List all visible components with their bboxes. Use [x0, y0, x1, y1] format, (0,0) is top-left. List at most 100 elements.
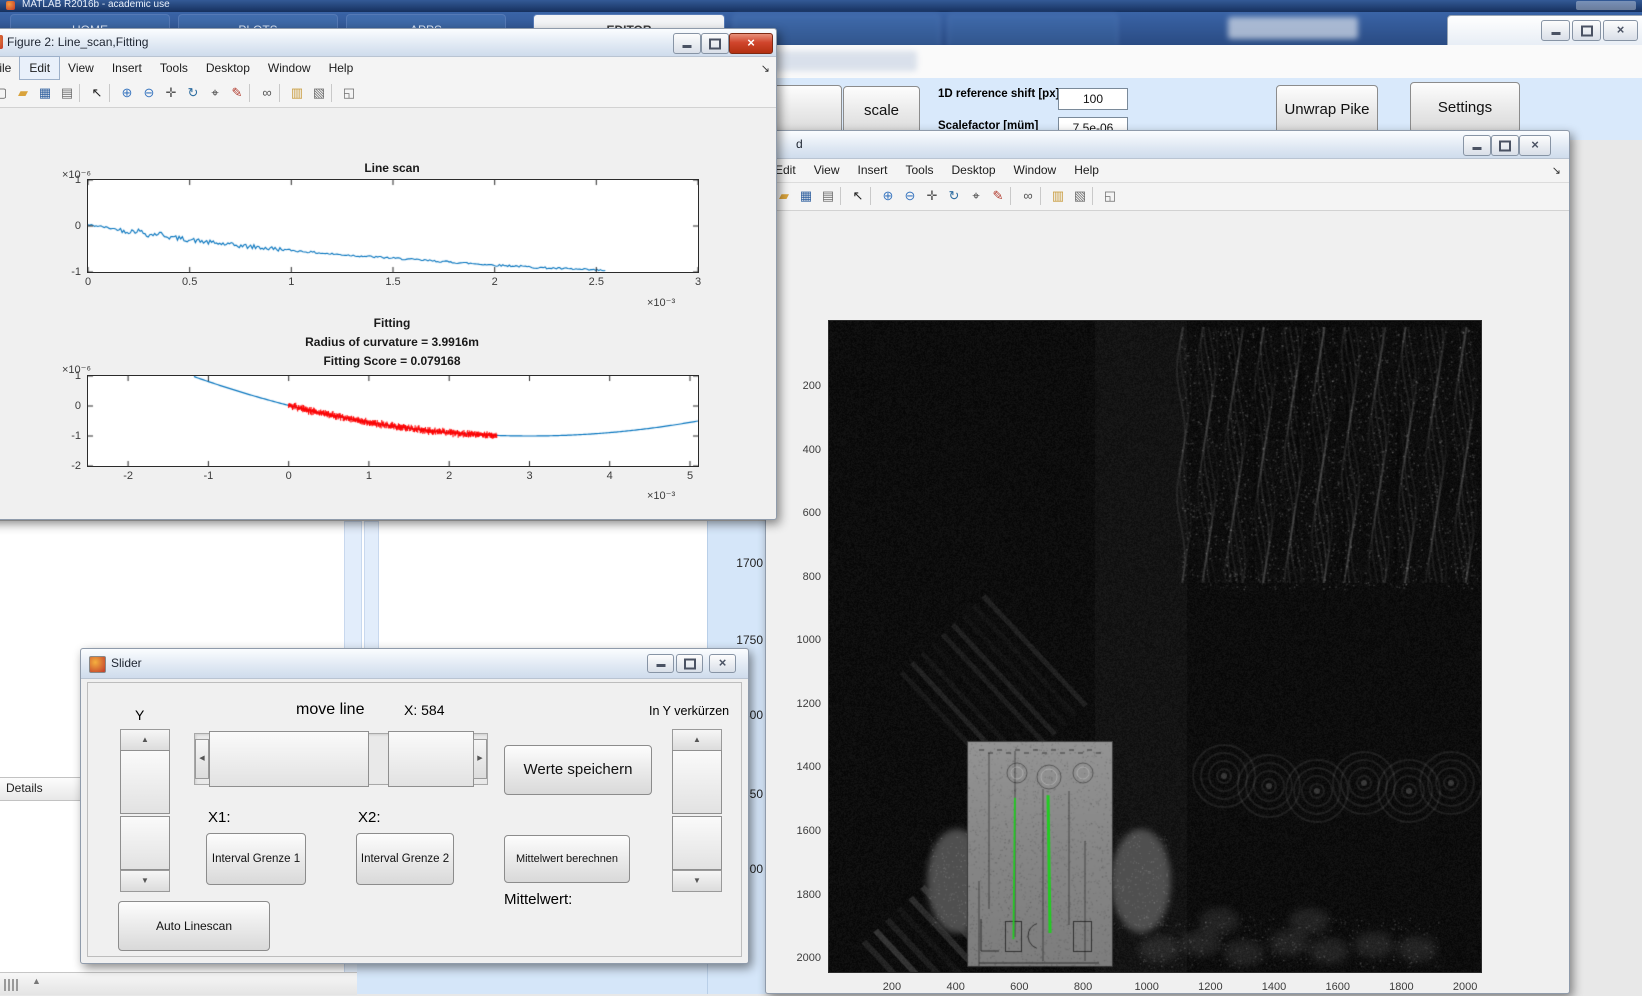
- menu-insert[interactable]: Insert: [103, 57, 151, 79]
- link-plot-icon[interactable]: ∞: [1018, 186, 1038, 206]
- menu-desktop[interactable]: Desktop: [943, 159, 1005, 181]
- statusbar-expand-icon[interactable]: ▲: [32, 976, 41, 986]
- menu-tools[interactable]: Tools: [897, 159, 943, 181]
- menu-help[interactable]: Help: [320, 57, 363, 79]
- fitting-x-tick: 2: [446, 470, 452, 482]
- menu-help[interactable]: Help: [1065, 159, 1108, 181]
- fitting-axes[interactable]: -2-101234510-1-2: [87, 375, 699, 467]
- gui-maximize-button[interactable]: [1572, 20, 1601, 41]
- top-window-controls[interactable]: [1576, 1, 1636, 10]
- auto-linescan-button[interactable]: Auto Linescan: [118, 901, 270, 951]
- y-slider[interactable]: ▲ ▼: [120, 729, 170, 891]
- pan-icon[interactable]: ✛: [161, 83, 181, 103]
- slider-maximize-button[interactable]: [676, 654, 703, 673]
- menu-view[interactable]: View: [805, 159, 849, 181]
- insert-colorbar-icon[interactable]: ▥: [287, 83, 307, 103]
- menu-insert[interactable]: Insert: [848, 159, 896, 181]
- menu-view[interactable]: View: [59, 57, 103, 79]
- variable-cell[interactable]: 1750: [736, 633, 763, 647]
- brush-icon[interactable]: ✎: [227, 83, 247, 103]
- interval-grenze-2-button[interactable]: Interval Grenze 2: [356, 833, 454, 885]
- dock-arrow-icon[interactable]: ↘: [761, 62, 770, 75]
- zoom-out-icon[interactable]: ⊖: [139, 83, 159, 103]
- partial-button[interactable]: [770, 85, 842, 135]
- menu-desktop[interactable]: Desktop: [197, 57, 259, 79]
- linescan-title: Line scan: [87, 161, 697, 175]
- statusbar-grip-icon[interactable]: [4, 978, 20, 996]
- fitting-radius-text: Radius of curvature = 3.9916m: [87, 335, 697, 349]
- y-slider-thumb-2[interactable]: [120, 816, 170, 870]
- zoom-out-icon[interactable]: ⊖: [900, 186, 920, 206]
- slider-titlebar[interactable]: Slider ×: [81, 649, 748, 679]
- in-y-slider-thumb-2[interactable]: [672, 816, 722, 870]
- settings-button[interactable]: Settings: [1410, 82, 1520, 133]
- werte-speichern-button[interactable]: Werte speichern: [504, 745, 652, 795]
- zoom-in-icon[interactable]: ⊕: [117, 83, 137, 103]
- menu-tools[interactable]: Tools: [151, 57, 197, 79]
- zoom-in-icon[interactable]: ⊕: [878, 186, 898, 206]
- details-panel-header[interactable]: Details: [0, 777, 86, 801]
- interferogram-axes[interactable]: 2004006008001000120014001600180020002004…: [828, 320, 1482, 973]
- pan-icon[interactable]: ✛: [922, 186, 942, 206]
- scale-button[interactable]: scale: [843, 86, 920, 136]
- rotate-3d-icon[interactable]: ↻: [183, 83, 203, 103]
- figure-d-close-button[interactable]: ×: [1519, 135, 1551, 156]
- brush-icon[interactable]: ✎: [988, 186, 1008, 206]
- ref-shift-input[interactable]: 100: [1058, 88, 1128, 110]
- gui-close-button[interactable]: ×: [1603, 20, 1638, 41]
- open-file-icon[interactable]: ▰: [774, 186, 794, 206]
- move-line-slider-right-arrow[interactable]: ▶: [473, 739, 487, 779]
- insert-legend-icon[interactable]: ▧: [309, 83, 329, 103]
- mittelwert-berechnen-button[interactable]: Mittelwert berechnen: [504, 835, 630, 883]
- y-slider-down-arrow[interactable]: ▼: [120, 870, 170, 892]
- new-figure-icon[interactable]: ▢: [0, 83, 11, 103]
- edit-cursor-icon[interactable]: ↖: [87, 83, 107, 103]
- menu-window[interactable]: Window: [1005, 159, 1066, 181]
- linescan-axes[interactable]: 00.511.522.5310-1: [87, 179, 699, 273]
- dock-figure-icon[interactable]: ◱: [1100, 186, 1120, 206]
- in-y-slider-down-arrow[interactable]: ▼: [672, 870, 722, 892]
- in-y-slider-up-arrow[interactable]: ▲: [672, 729, 722, 751]
- data-cursor-icon[interactable]: ⌖: [205, 83, 225, 103]
- y-slider-thumb[interactable]: [120, 750, 170, 814]
- save-icon[interactable]: ▦: [35, 83, 55, 103]
- move-line-slider-thumb[interactable]: [209, 731, 369, 787]
- figure-d-maximize-button[interactable]: [1491, 135, 1519, 156]
- y-slider-up-arrow[interactable]: ▲: [120, 729, 170, 751]
- slider-close-button[interactable]: ×: [709, 654, 736, 673]
- figure-d-titlebar[interactable]: d ×: [766, 131, 1569, 159]
- save-icon[interactable]: ▦: [796, 186, 816, 206]
- menu-edit[interactable]: Edit: [20, 57, 59, 79]
- menu-file[interactable]: File: [0, 57, 20, 79]
- interferogram-image[interactable]: [829, 321, 1481, 972]
- open-file-icon[interactable]: ▰: [13, 83, 33, 103]
- image-x-tick: 1600: [1325, 981, 1349, 993]
- move-line-slider[interactable]: ◀ ▶: [194, 731, 488, 785]
- link-plot-icon[interactable]: ∞: [257, 83, 277, 103]
- gui-minimize-button[interactable]: [1541, 20, 1570, 41]
- in-y-slider-thumb[interactable]: [672, 750, 722, 814]
- print-icon[interactable]: ▤: [57, 83, 77, 103]
- dock-figure-icon[interactable]: ◱: [339, 83, 359, 103]
- figure2-close-button[interactable]: ×: [729, 33, 773, 54]
- figure-d-minimize-button[interactable]: [1463, 135, 1491, 156]
- figure2-maximize-button[interactable]: [701, 33, 729, 54]
- dock-arrow-icon[interactable]: ↘: [1552, 164, 1561, 177]
- edit-cursor-icon[interactable]: ↖: [848, 186, 868, 206]
- tab-blurred-2[interactable]: [948, 14, 1118, 46]
- figure2-titlebar[interactable]: Figure 2: Line_scan,Fitting ×: [0, 29, 776, 57]
- insert-colorbar-icon[interactable]: ▥: [1048, 186, 1068, 206]
- figure2-minimize-button[interactable]: [673, 33, 701, 54]
- move-line-slider-box-2[interactable]: [388, 731, 474, 787]
- slider-minimize-button[interactable]: [647, 654, 674, 673]
- unwrap-pike-button[interactable]: Unwrap Pike: [1276, 85, 1378, 135]
- move-line-slider-left-arrow[interactable]: ◀: [195, 739, 209, 779]
- variable-cell[interactable]: 1700: [736, 556, 763, 570]
- data-cursor-icon[interactable]: ⌖: [966, 186, 986, 206]
- interval-grenze-1-button[interactable]: Interval Grenze 1: [206, 833, 306, 885]
- menu-window[interactable]: Window: [259, 57, 320, 79]
- rotate-3d-icon[interactable]: ↻: [944, 186, 964, 206]
- in-y-slider[interactable]: ▲ ▼: [672, 729, 722, 891]
- insert-legend-icon[interactable]: ▧: [1070, 186, 1090, 206]
- print-icon[interactable]: ▤: [818, 186, 838, 206]
